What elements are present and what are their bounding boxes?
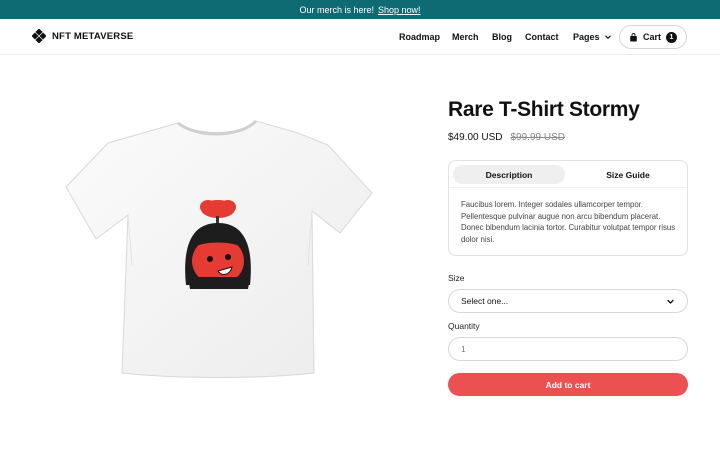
nav-merch[interactable]: Merch (452, 32, 479, 42)
add-to-cart-button[interactable]: Add to cart (448, 373, 688, 396)
nav-pages-dropdown[interactable]: Pages (573, 32, 612, 42)
top-navigation: NFT METAVERSE Roadmap Merch Blog Contact… (0, 19, 720, 55)
quantity-label: Quantity (448, 321, 480, 331)
tab-description[interactable]: Description (453, 165, 565, 184)
chevron-down-icon (667, 299, 674, 304)
site-logo[interactable]: NFT METAVERSE (32, 29, 133, 43)
quantity-input[interactable] (448, 337, 688, 361)
current-price: $49.00 USD (448, 132, 503, 143)
nav-roadmap[interactable]: Roadmap (399, 32, 440, 42)
cart-button[interactable]: Cart 1 (619, 25, 687, 49)
logo-text: NFT METAVERSE (52, 30, 134, 42)
size-select[interactable]: Select one... (448, 289, 688, 313)
size-select-value: Select one... (461, 296, 509, 306)
size-label: Size (448, 273, 465, 283)
tab-row: Description Size Guide (449, 161, 687, 188)
shopping-bag-icon (630, 32, 637, 41)
shop-now-link[interactable]: Shop now! (378, 5, 421, 15)
price-block: $49.00 USD $99.99 USD (448, 132, 565, 143)
cart-label: Cart (642, 32, 661, 42)
announcement-banner: Our merch is here! Shop now! (0, 0, 720, 19)
old-price: $99.99 USD (510, 132, 565, 143)
chevron-down-icon (604, 35, 611, 40)
logo-icon (32, 29, 46, 43)
nav-contact[interactable]: Contact (525, 32, 559, 42)
product-info-tabs: Description Size Guide Faucibus lorem. I… (448, 160, 688, 256)
nav-pages-label: Pages (573, 32, 600, 42)
nav-blog[interactable]: Blog (492, 32, 512, 42)
description-text: Faucibus lorem. Integer sodales ullamcor… (461, 200, 676, 244)
banner-text: Our merch is here! (299, 4, 374, 15)
cart-count-badge: 1 (666, 31, 677, 43)
product-title: Rare T-Shirt Stormy (448, 98, 640, 121)
tab-size-guide[interactable]: Size Guide (571, 165, 685, 184)
product-image (65, 119, 373, 378)
